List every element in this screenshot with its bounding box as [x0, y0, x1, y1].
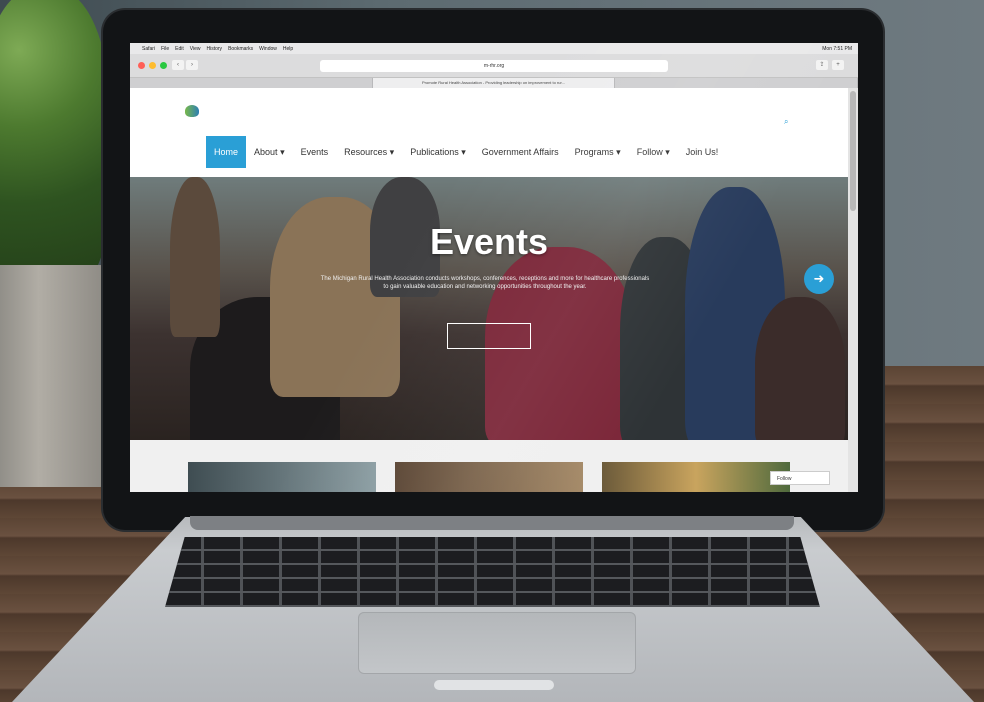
zoom-window-icon[interactable] [160, 62, 167, 69]
laptop-screen: Safari File Edit View History Bookmarks … [130, 43, 858, 492]
plant [0, 0, 110, 290]
nav-resources-label: Resources [344, 147, 388, 157]
share-icon[interactable]: ⇪ [816, 60, 828, 70]
nav-programs-label: Programs [574, 147, 614, 157]
scrollbar-thumb[interactable] [850, 91, 856, 211]
main-nav: Home About ▾ Events Resources ▾ Publicat… [206, 136, 726, 168]
nav-resources[interactable]: Resources ▾ [336, 136, 402, 168]
chevron-down-icon: ▾ [280, 147, 285, 157]
nav-programs[interactable]: Programs ▾ [567, 136, 629, 168]
nav-follow-label: Follow [636, 147, 663, 157]
hero-description: The Michigan Rural Health Association co… [320, 276, 650, 290]
page-scrollbar[interactable] [848, 88, 858, 492]
browser-toolbar: ‹ › m-rhr.org ⇪ + [130, 54, 858, 78]
menu-history[interactable]: History [207, 46, 223, 52]
window-controls [138, 62, 167, 69]
url-text: m-rhr.org [483, 63, 505, 69]
thumbnail-2[interactable] [395, 462, 583, 492]
keyboard-rows [165, 537, 820, 607]
forward-button[interactable]: › [186, 60, 198, 70]
nav-events[interactable]: Events [293, 136, 337, 168]
nav-about[interactable]: About ▾ [246, 136, 293, 168]
chevron-down-icon: ▾ [461, 147, 466, 157]
follow-widget[interactable]: Follow [770, 471, 830, 485]
logo-heart-icon [185, 105, 199, 117]
menu-bookmarks[interactable]: Bookmarks [228, 46, 253, 52]
tab-bar: Promote Rural Health Association - Provi… [130, 78, 858, 88]
laptop-hinge [190, 516, 794, 530]
hero-button[interactable] [447, 323, 531, 349]
nav-join-us[interactable]: Join Us! [678, 136, 727, 168]
clock: Mon 7:51 PM [822, 45, 852, 52]
menu-file[interactable]: File [161, 46, 169, 52]
nav-publications-label: Publications [410, 147, 459, 157]
chevron-down-icon: ▾ [616, 147, 621, 157]
nav-publications[interactable]: Publications ▾ [402, 136, 474, 168]
menu-window[interactable]: Window [259, 46, 277, 52]
address-bar[interactable]: m-rhr.org [320, 60, 668, 72]
chevron-down-icon: ▾ [389, 147, 395, 157]
content-thumbnails [130, 440, 858, 492]
plant-pot [0, 265, 106, 487]
carousel-next-button[interactable]: ➜ [804, 264, 834, 294]
site-logo[interactable] [185, 105, 199, 117]
hero-banner: Events The Michigan Rural Health Associa… [130, 177, 848, 440]
tab-active[interactable]: Promote Rural Health Association - Provi… [372, 78, 616, 88]
nav-government-affairs[interactable]: Government Affairs [474, 136, 567, 168]
tab-3[interactable] [615, 78, 858, 88]
back-button[interactable]: ‹ [172, 60, 184, 70]
hero-photo-person [755, 297, 845, 440]
nav-about-label: About [254, 147, 278, 157]
follow-widget-label: Follow [777, 476, 792, 482]
close-window-icon[interactable] [138, 62, 145, 69]
tab-1[interactable] [130, 78, 373, 88]
system-menubar: Safari File Edit View History Bookmarks … [130, 43, 858, 54]
chevron-down-icon: ▾ [665, 147, 670, 157]
thumbnail-3[interactable] [602, 462, 790, 492]
nav-home[interactable]: Home [206, 136, 247, 168]
menu-help[interactable]: Help [283, 46, 293, 52]
menu-safari[interactable]: Safari [142, 46, 155, 52]
nav-follow[interactable]: Follow ▾ [629, 136, 678, 168]
menu-edit[interactable]: Edit [175, 46, 184, 52]
lid-notch [434, 680, 554, 690]
minimize-window-icon[interactable] [149, 62, 156, 69]
hero-title: Events [429, 221, 549, 262]
menu-view[interactable]: View [190, 46, 201, 52]
new-tab-icon[interactable]: + [832, 60, 844, 70]
thumbnail-1[interactable] [188, 462, 376, 492]
search-icon[interactable]: ⌕ [784, 117, 788, 127]
trackpad [358, 612, 636, 674]
